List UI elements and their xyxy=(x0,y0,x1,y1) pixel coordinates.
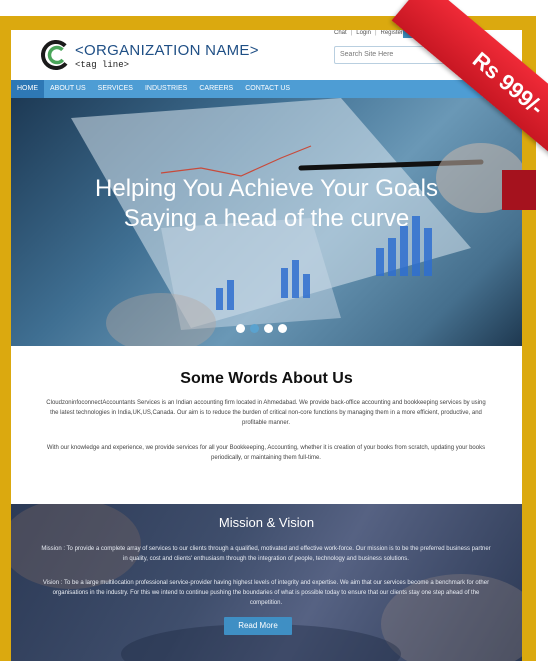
mission-text: Mission : To provide a complete array of… xyxy=(41,546,491,562)
about-title: Some Words About Us xyxy=(180,370,353,387)
organization-name[interactable]: <ORGANIZATION NAME> xyxy=(75,42,259,59)
register-link[interactable]: Register xyxy=(381,30,403,36)
read-more-button[interactable]: Read More xyxy=(224,617,292,635)
about-section: Some Words About Us CloudzoninfoconnectA… xyxy=(11,346,522,504)
slider-dot[interactable] xyxy=(264,324,273,333)
nav-home[interactable]: HOME xyxy=(11,80,44,98)
chat-link[interactable]: Chat xyxy=(334,30,347,36)
separator: | xyxy=(350,30,353,36)
hero-headline: Helping You Achieve Your Goals xyxy=(95,175,438,202)
slider-dot[interactable] xyxy=(236,324,245,333)
vision-text: Vision : To be a large multilocation pro… xyxy=(42,580,490,606)
site-header: <ORGANIZATION NAME> <tag line> Chat | Logi… xyxy=(11,30,522,78)
hero-subheadline: Saying a head of the curve xyxy=(123,205,410,232)
about-paragraph: CloudzoninfoconnectAccountants Services … xyxy=(46,400,486,426)
nav-contact-us[interactable]: CONTACT US xyxy=(239,80,296,98)
top-action-button[interactable] xyxy=(403,30,443,38)
nav-industries[interactable]: INDUSTRIES xyxy=(139,80,193,98)
hero-slider: Helping You Achieve Your Goals Saying a … xyxy=(11,98,522,346)
slider-dots xyxy=(236,324,287,333)
main-nav: HOME ABOUT US SERVICES INDUSTRIES CAREER… xyxy=(11,80,522,98)
separator: | xyxy=(374,30,377,36)
mission-vision-section: Mission & Vision Mission : To provide a … xyxy=(11,504,522,661)
tagline: <tag line> xyxy=(75,60,130,70)
nav-about-us[interactable]: ABOUT US xyxy=(44,80,92,98)
login-link[interactable]: Login xyxy=(356,30,371,36)
slider-dot[interactable] xyxy=(278,324,287,333)
nav-services[interactable]: SERVICES xyxy=(92,80,139,98)
search-input[interactable]: Search Site Here xyxy=(334,46,474,64)
website-page: <ORGANIZATION NAME> <tag line> Chat | Logi… xyxy=(11,30,522,661)
nav-careers[interactable]: CAREERS xyxy=(193,80,239,98)
about-paragraph: With our knowledge and experience, we pr… xyxy=(46,445,486,461)
mission-title: Mission & Vision xyxy=(218,515,315,530)
double-c-logo-icon xyxy=(41,40,71,70)
top-links: Chat | Login | Register xyxy=(334,30,403,36)
slider-dot-active[interactable] xyxy=(250,324,259,333)
